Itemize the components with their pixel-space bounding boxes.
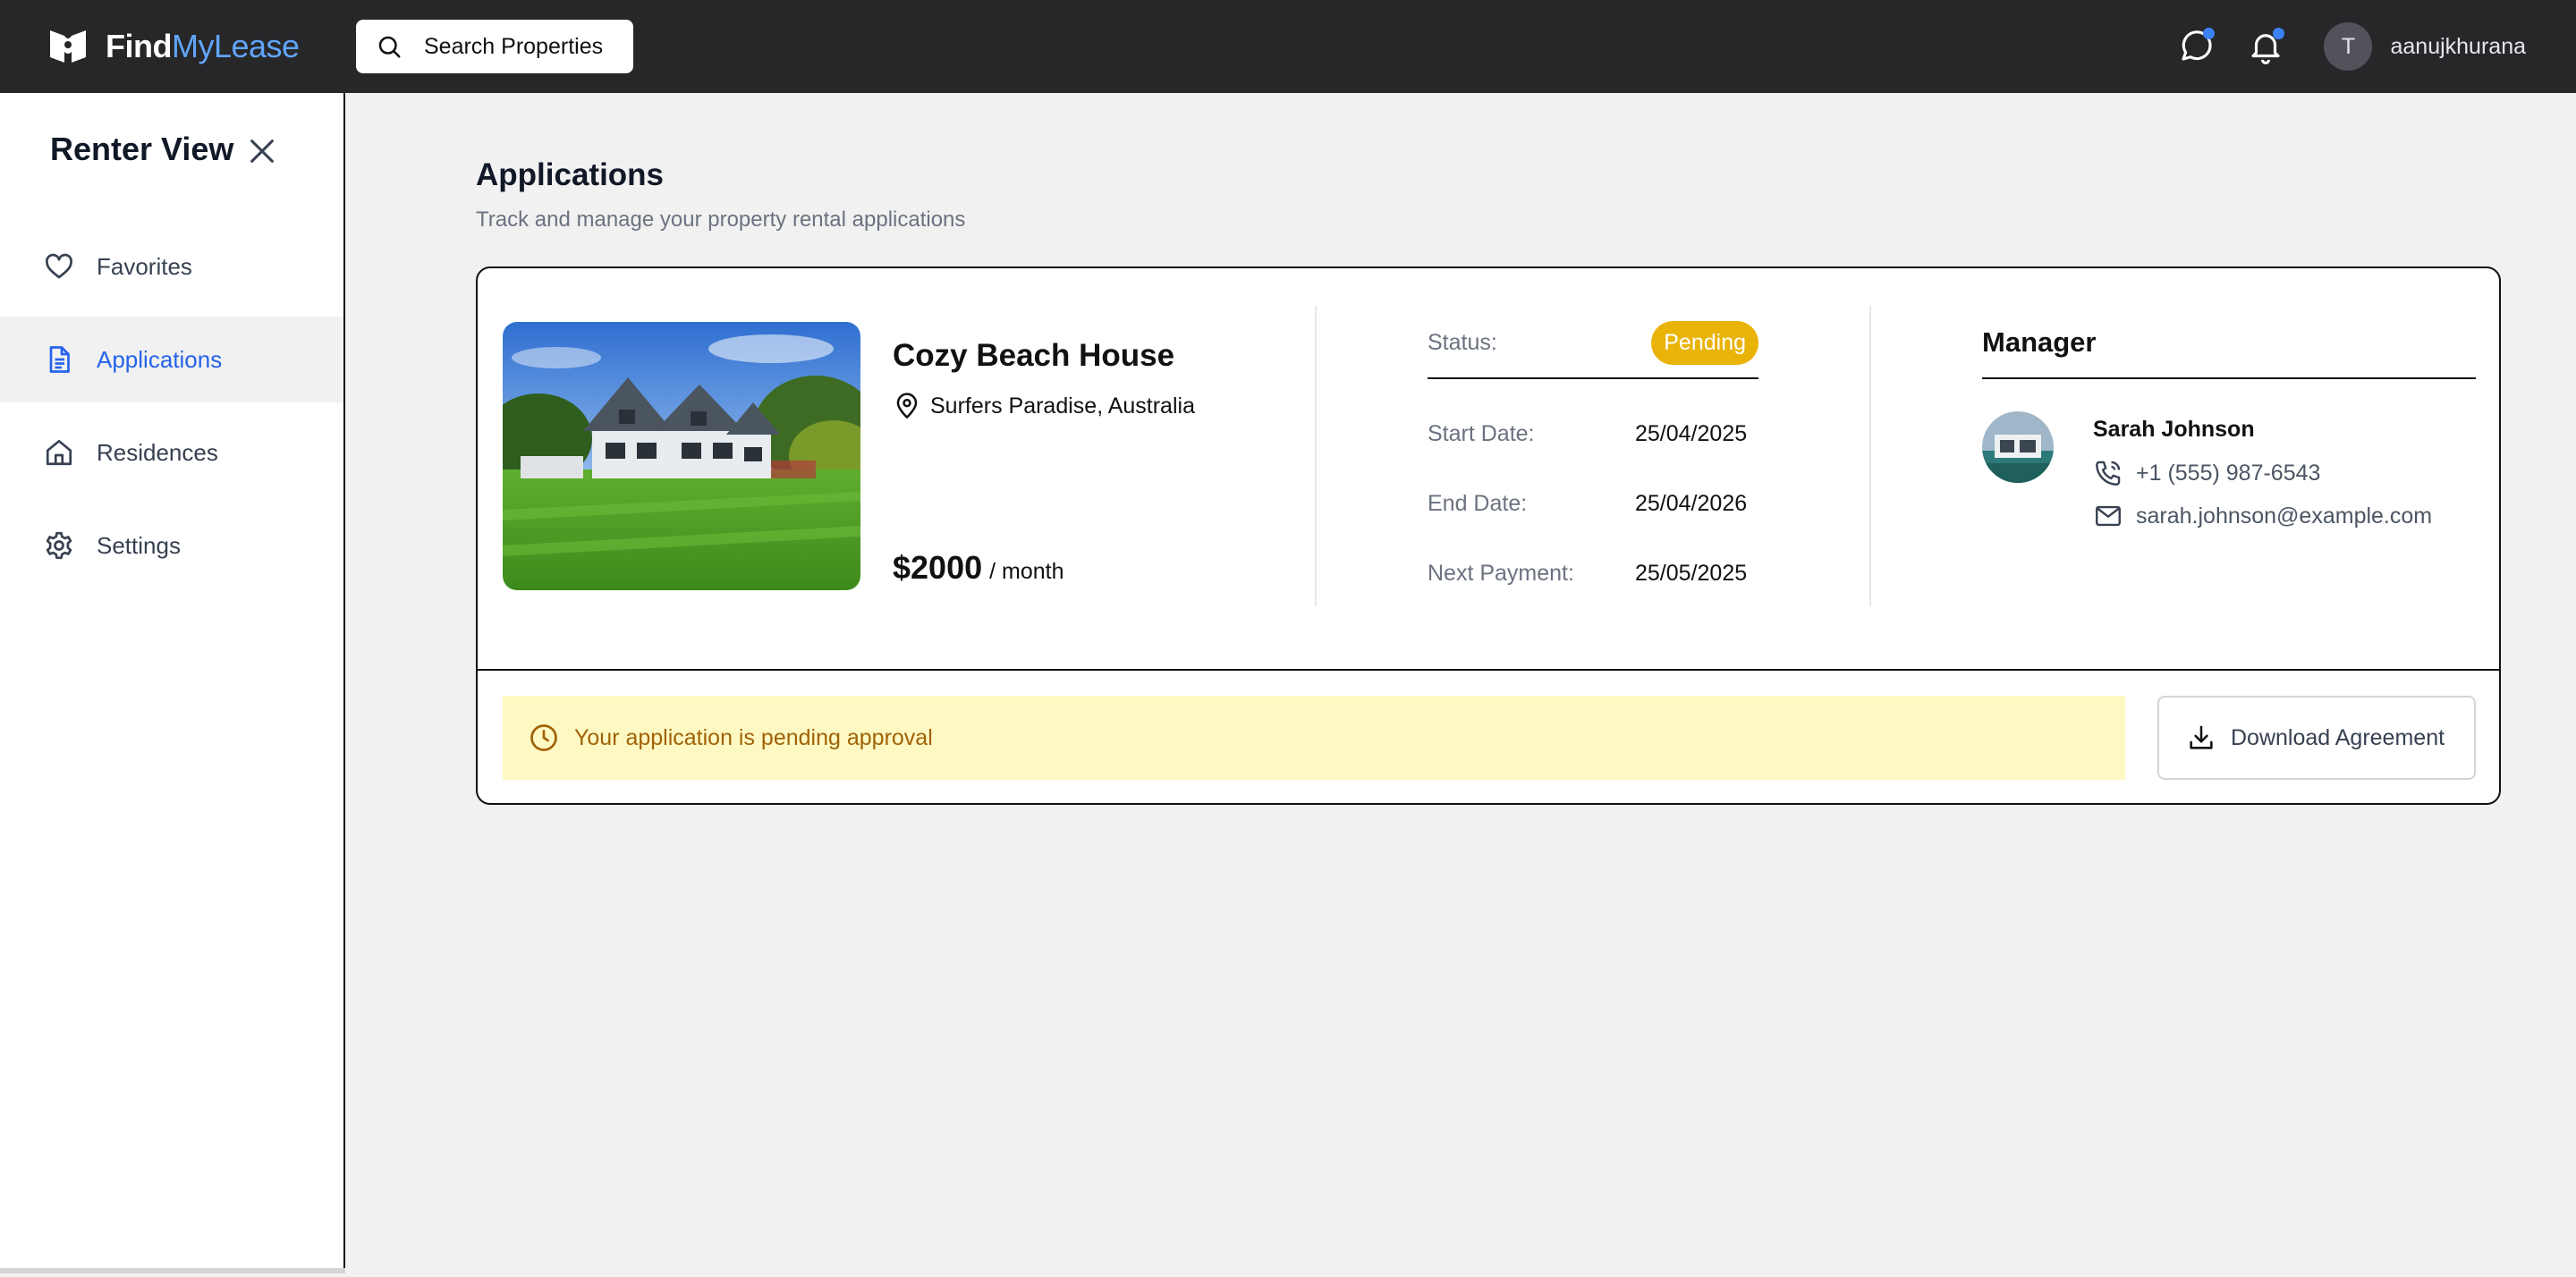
manager-email[interactable]: sarah.johnson@example.com — [2093, 501, 2432, 531]
column-divider — [1315, 306, 1317, 606]
navbar-actions: T aanujkhurana — [2175, 22, 2526, 71]
sidebar-item-favorites[interactable]: Favorites — [0, 224, 343, 309]
sidebar-item-settings[interactable]: Settings — [0, 503, 343, 588]
sidebar-item-label: Residences — [97, 438, 218, 466]
top-navbar: FindMyLease Search Properties T aanujkhu… — [0, 0, 2576, 93]
start-date-label: Start Date: — [1428, 420, 1535, 446]
gear-icon — [46, 531, 72, 560]
application-card: Cozy Beach House Surfers Paradise, Austr… — [476, 266, 2501, 805]
search-label: Search Properties — [424, 33, 604, 59]
next-payment-label: Next Payment: — [1428, 560, 1574, 586]
download-label: Download Agreement — [2231, 724, 2445, 750]
manager-title: Manager — [1982, 326, 2097, 358]
user-avatar[interactable]: T — [2324, 22, 2373, 71]
brand-accent: MyLease — [171, 28, 300, 64]
end-date-label: End Date: — [1428, 490, 1528, 516]
sidebar-item-label: Favorites — [97, 252, 192, 280]
brand-logo[interactable]: FindMyLease — [47, 25, 300, 68]
search-properties-button[interactable]: Search Properties — [356, 20, 633, 73]
search-icon — [378, 36, 401, 58]
notifications-button[interactable] — [2245, 26, 2286, 67]
page-title: Applications — [476, 157, 665, 192]
sidebar-item-label: Applications — [97, 345, 223, 373]
clock-icon — [530, 724, 557, 751]
manager-photo-icon — [1982, 411, 2054, 483]
username[interactable]: aanujkhurana — [2390, 34, 2526, 60]
location-text: Surfers Paradise, Australia — [930, 393, 1195, 419]
page-subtitle: Track and manage your property rental ap… — [476, 207, 966, 232]
status-badge: Pending — [1651, 320, 1758, 365]
sidebar: Renter View Favorites Applications Resid… — [0, 93, 345, 1273]
download-agreement-button[interactable]: Download Agreement — [2157, 696, 2476, 780]
mail-icon — [2096, 505, 2121, 527]
property-price: $2000 / month — [893, 549, 1063, 587]
heart-icon — [46, 253, 72, 279]
sidebar-title: Renter View — [50, 131, 234, 167]
horizontal-scrollbar[interactable] — [0, 1268, 345, 1273]
start-date-row: Start Date: 25/04/2025 — [1428, 399, 1758, 469]
pending-status-banner: Your application is pending approval — [503, 696, 2125, 780]
status-divider — [1428, 377, 1758, 379]
price-amount: $2000 — [893, 549, 983, 586]
brand-name: FindMyLease — [106, 28, 300, 65]
document-icon — [49, 346, 70, 373]
sidebar-item-label: Settings — [97, 531, 181, 559]
manager-divider — [1982, 377, 2476, 379]
manager-email-text: sarah.johnson@example.com — [2136, 503, 2433, 529]
status-label: Status: — [1428, 329, 1497, 355]
phone-icon — [2096, 461, 2121, 486]
download-icon — [2190, 725, 2213, 749]
card-footer-divider — [478, 669, 2499, 671]
status-section: Status: Pending Start Date: 25/04/2025 E… — [1428, 320, 1758, 608]
sidebar-item-residences[interactable]: Residences — [0, 410, 343, 495]
brand-main: Find — [106, 28, 172, 64]
manager-section: Manager Sarah Johnson +1 (555) 987-6543 … — [1982, 320, 2476, 529]
messages-button[interactable] — [2175, 26, 2216, 67]
manager-name: Sarah Johnson — [2093, 417, 2255, 442]
pending-message: Your application is pending approval — [574, 724, 933, 750]
manager-phone[interactable]: +1 (555) 987-6543 — [2093, 458, 2320, 488]
property-name: Cozy Beach House — [893, 338, 1175, 373]
close-icon[interactable] — [247, 136, 277, 166]
manager-avatar[interactable] — [1982, 411, 2054, 483]
next-payment-value: 25/05/2025 — [1635, 560, 1748, 586]
property-location: Surfers Paradise, Australia — [893, 392, 1195, 420]
end-date-row: End Date: 25/04/2026 — [1428, 469, 1758, 538]
sidebar-item-applications[interactable]: Applications — [0, 317, 343, 402]
next-payment-row: Next Payment: 25/05/2025 — [1428, 538, 1758, 608]
house-photo-icon — [503, 322, 860, 590]
home-icon — [46, 439, 72, 466]
property-image[interactable] — [503, 322, 860, 590]
map-pin-icon — [896, 393, 918, 419]
manager-phone-text: +1 (555) 987-6543 — [2136, 460, 2321, 486]
column-divider — [1869, 306, 1871, 606]
price-period: / month — [989, 559, 1064, 584]
start-date-value: 25/04/2025 — [1635, 420, 1748, 446]
end-date-value: 25/04/2026 — [1635, 490, 1748, 516]
logo-icon — [50, 30, 86, 63]
